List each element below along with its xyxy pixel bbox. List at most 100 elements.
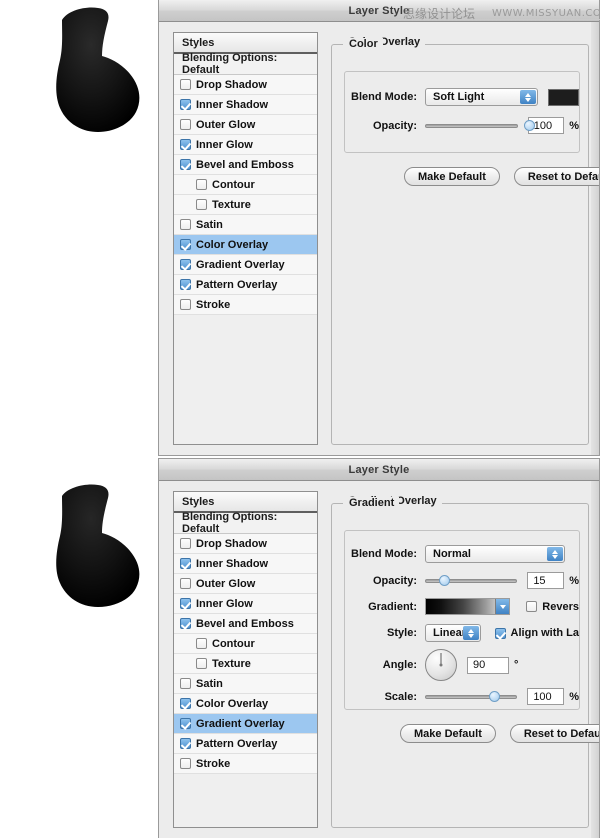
dialog-titlebar: Layer Style: [159, 459, 599, 481]
opacity-label: Opacity:: [372, 574, 417, 587]
make-default-label: Make Default: [418, 170, 486, 183]
checkbox-color-overlay[interactable]: [180, 239, 191, 250]
effect-row-bevel-and-emboss[interactable]: Bevel and Emboss: [174, 155, 317, 175]
reverse-label: Revers: [542, 600, 579, 613]
effect-label: Inner Glow: [196, 138, 253, 151]
checkbox-reverse[interactable]: [526, 601, 538, 612]
boot-shape-artwork-top: [40, 2, 160, 140]
checkbox-outer-glow[interactable]: [180, 119, 191, 130]
slider-track: [425, 123, 518, 128]
effect-label: Inner Glow: [196, 597, 253, 610]
blend-mode-select[interactable]: Normal: [425, 545, 565, 563]
opacity-slider[interactable]: [425, 119, 535, 133]
checkbox-gradient-overlay[interactable]: [180, 259, 191, 270]
scale-input[interactable]: 100: [527, 688, 565, 705]
angle-dial[interactable]: [425, 649, 457, 681]
checkbox-drop-shadow[interactable]: [180, 538, 191, 549]
effect-row-satin[interactable]: Satin: [174, 674, 317, 694]
effect-row-contour[interactable]: Contour: [174, 175, 317, 195]
styles-panel-header: Styles: [174, 492, 317, 513]
color-swatch[interactable]: [548, 88, 579, 106]
checkbox-contour[interactable]: [196, 179, 207, 190]
scale-slider[interactable]: [425, 690, 518, 704]
reset-to-default-label: Reset to Default: [527, 170, 599, 183]
effect-row-color-overlay[interactable]: Color Overlay: [174, 694, 317, 714]
effect-row-gradient-overlay[interactable]: Gradient Overlay: [174, 714, 317, 734]
gradient-preview-picker[interactable]: [425, 598, 511, 615]
effect-label: Satin: [196, 218, 223, 231]
effect-row-stroke[interactable]: Stroke: [174, 754, 317, 774]
effect-row-texture[interactable]: Texture: [174, 195, 317, 215]
reverse-checkbox-row[interactable]: Revers: [526, 601, 579, 613]
blend-mode-select[interactable]: Soft Light: [425, 88, 539, 106]
effect-label: Color Overlay: [196, 238, 269, 251]
effect-row-color-overlay[interactable]: Color Overlay: [174, 235, 317, 255]
reset-to-default-button[interactable]: Reset to Default: [509, 724, 599, 743]
effect-row-bevel-and-emboss[interactable]: Bevel and Emboss: [174, 614, 317, 634]
effect-row-outer-glow[interactable]: Outer Glow: [174, 574, 317, 594]
checkbox-inner-glow[interactable]: [180, 598, 191, 609]
checkbox-pattern-overlay[interactable]: [180, 279, 191, 290]
align-with-layer-row[interactable]: Align with La: [494, 627, 579, 639]
effect-row-pattern-overlay[interactable]: Pattern Overlay: [174, 275, 317, 295]
effect-label: Texture: [212, 198, 251, 211]
effect-row-inner-glow[interactable]: Inner Glow: [174, 135, 317, 155]
checkbox-stroke[interactable]: [180, 299, 191, 310]
effect-row-gradient-overlay[interactable]: Gradient Overlay: [174, 255, 317, 275]
checkbox-inner-glow[interactable]: [180, 139, 191, 150]
checkbox-texture[interactable]: [196, 199, 207, 210]
make-default-button[interactable]: Make Default: [400, 724, 496, 743]
effect-row-texture[interactable]: Texture: [174, 654, 317, 674]
stepper-arrows-icon[interactable]: [547, 547, 563, 561]
effect-row-inner-shadow[interactable]: Inner Shadow: [174, 554, 317, 574]
group-color-overlay: Color Blend Mode: Soft Light Opacity: 10…: [331, 38, 599, 445]
chevron-down-icon[interactable]: [495, 599, 510, 614]
effect-row-inner-glow[interactable]: Inner Glow: [174, 594, 317, 614]
checkbox-satin[interactable]: [180, 219, 191, 230]
slider-knob[interactable]: [524, 119, 535, 131]
reset-to-default-button[interactable]: Reset to Default: [513, 167, 599, 186]
checkbox-align-with-layer[interactable]: [494, 627, 506, 639]
checkbox-gradient-overlay[interactable]: [180, 718, 191, 729]
effect-row-contour[interactable]: Contour: [174, 634, 317, 654]
effect-row-satin[interactable]: Satin: [174, 215, 317, 235]
checkbox-outer-glow[interactable]: [180, 578, 191, 589]
checkbox-texture[interactable]: [196, 658, 207, 669]
dialog-right-edge: [591, 22, 599, 455]
checkbox-inner-shadow[interactable]: [180, 558, 191, 569]
opacity-value: 15: [533, 574, 546, 587]
effect-label: Pattern Overlay: [196, 278, 278, 291]
effect-label: Drop Shadow: [196, 537, 267, 550]
effect-row-drop-shadow[interactable]: Drop Shadow: [174, 534, 317, 554]
effect-row-drop-shadow[interactable]: Drop Shadow: [174, 75, 317, 95]
subgroup-title-gradient: Gradient: [344, 497, 400, 509]
opacity-input[interactable]: 15: [527, 572, 565, 589]
opacity-slider[interactable]: [425, 574, 518, 588]
checkbox-inner-shadow[interactable]: [180, 99, 191, 110]
slider-knob[interactable]: [489, 690, 500, 702]
checkbox-contour[interactable]: [196, 638, 207, 649]
checkbox-bevel-and-emboss[interactable]: [180, 159, 191, 170]
style-select[interactable]: Linear: [425, 624, 481, 642]
effect-row-pattern-overlay[interactable]: Pattern Overlay: [174, 734, 317, 754]
effect-row-inner-shadow[interactable]: Inner Shadow: [174, 95, 317, 115]
checkbox-stroke[interactable]: [180, 758, 191, 769]
angle-unit: °: [514, 659, 519, 671]
effect-row-outer-glow[interactable]: Outer Glow: [174, 115, 317, 135]
effect-label: Stroke: [196, 298, 231, 311]
angle-input[interactable]: 90: [467, 656, 509, 674]
checkbox-pattern-overlay[interactable]: [180, 738, 191, 749]
dial-hub-icon: [439, 663, 443, 667]
effect-row-stroke[interactable]: Stroke: [174, 295, 317, 315]
blending-options-row[interactable]: Blending Options: Default: [174, 511, 317, 535]
blending-options-row[interactable]: Blending Options: Default: [174, 52, 317, 76]
effects-list: Drop Shadow Inner Shadow Outer Glow Inne…: [174, 534, 317, 774]
checkbox-bevel-and-emboss[interactable]: [180, 618, 191, 629]
slider-knob[interactable]: [439, 574, 450, 586]
stepper-arrows-icon[interactable]: [520, 90, 537, 104]
checkbox-satin[interactable]: [180, 678, 191, 689]
make-default-button[interactable]: Make Default: [404, 167, 500, 186]
checkbox-color-overlay[interactable]: [180, 698, 191, 709]
checkbox-drop-shadow[interactable]: [180, 79, 191, 90]
stepper-arrows-icon[interactable]: [462, 626, 479, 640]
